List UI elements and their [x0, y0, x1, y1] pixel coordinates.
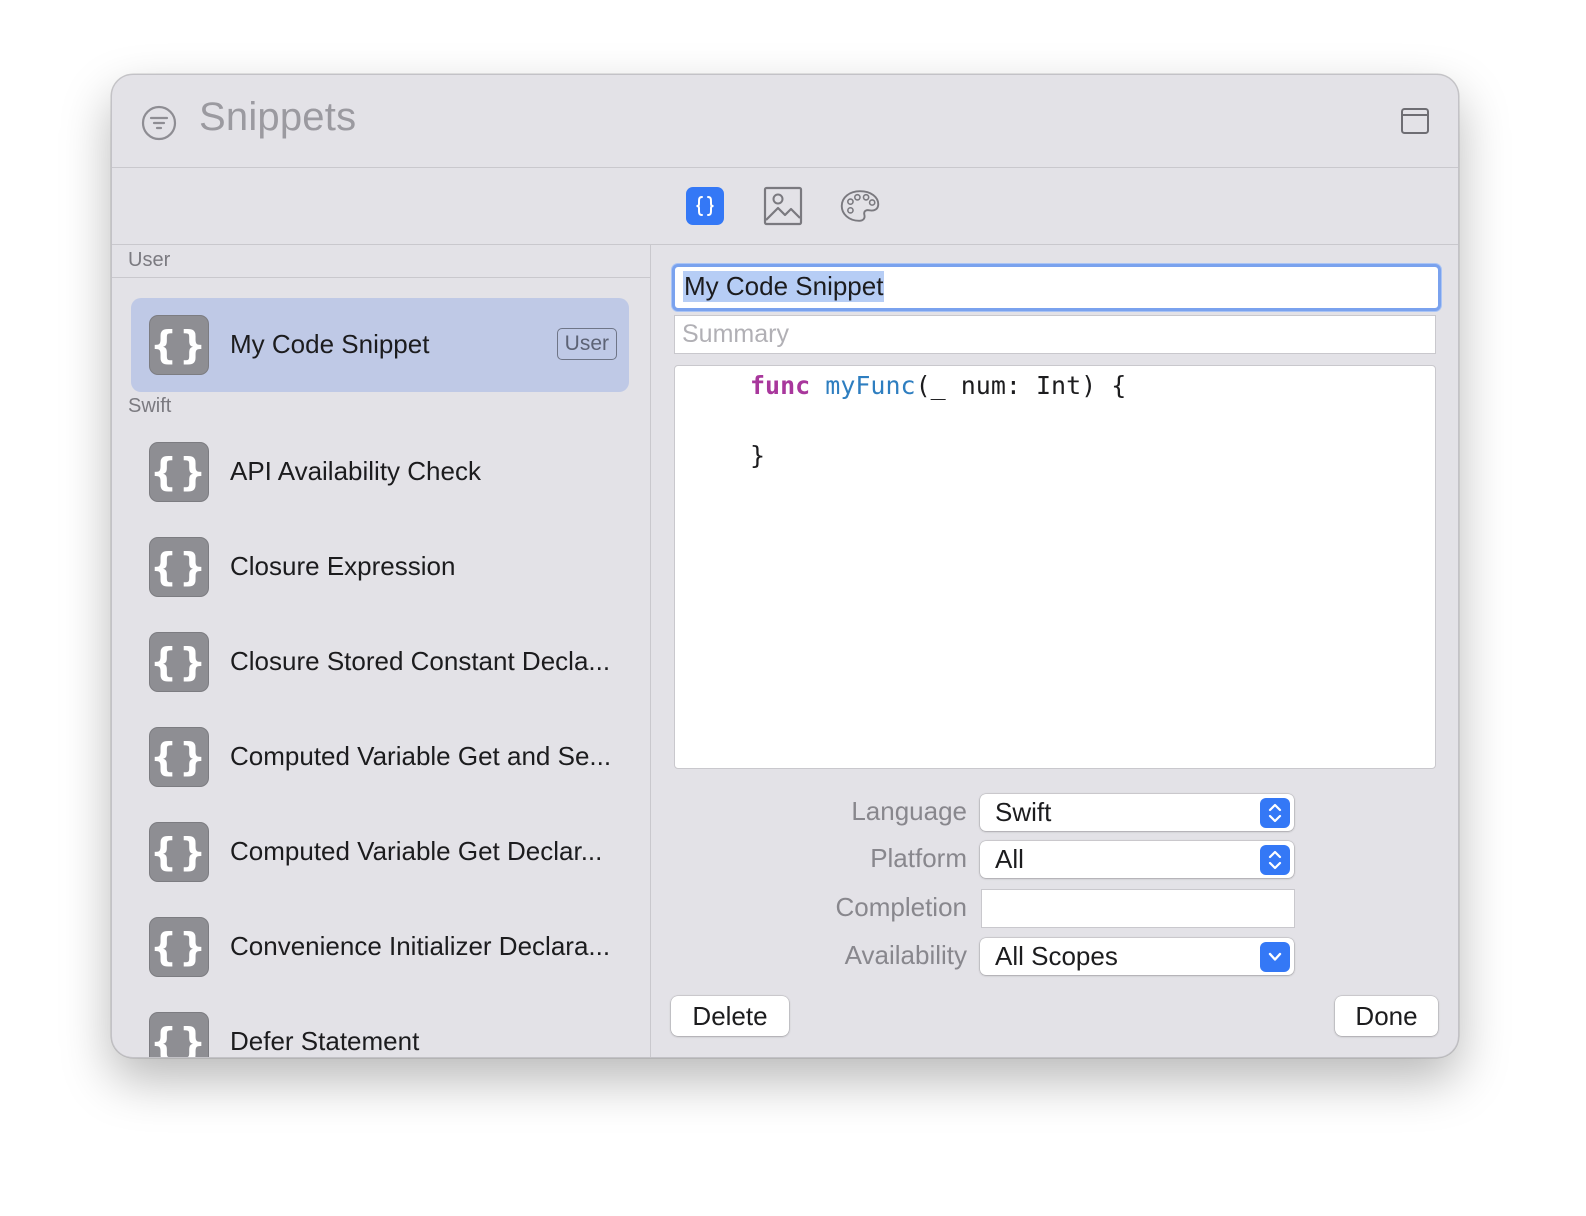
language-value: Swift	[995, 797, 1052, 827]
snippet-braces-icon: {}	[149, 1012, 209, 1057]
snippet-braces-icon: {}	[149, 632, 209, 692]
list-item[interactable]: {} Computed Variable Get and Se...	[131, 710, 629, 804]
tab-code-snippets[interactable]	[686, 187, 724, 225]
availability-value: All Scopes	[995, 941, 1118, 971]
platform-value: All	[995, 844, 1024, 874]
snippet-braces-icon: {}	[149, 917, 209, 977]
snippet-braces-icon: {}	[149, 727, 209, 787]
list-item-label: Computed Variable Get and Se...	[230, 741, 612, 771]
section-divider	[112, 277, 650, 278]
snippet-braces-icon: {}	[149, 537, 209, 597]
code-braces-icon	[696, 196, 714, 216]
delete-button[interactable]: Delete	[671, 996, 789, 1036]
platform-popup[interactable]: All	[980, 841, 1294, 878]
language-label: Language	[851, 796, 967, 826]
code-line: }	[750, 441, 766, 470]
list-item-label: Computed Variable Get Declar...	[230, 836, 603, 866]
snippets-window: Snippets User {} My Code Snippet User Sw…	[111, 74, 1459, 1058]
up-down-chevron-icon	[1260, 798, 1290, 828]
image-icon	[763, 186, 803, 226]
list-item-label: Defer Statement	[230, 1026, 420, 1056]
window-title[interactable]: Snippets	[199, 95, 356, 140]
list-item[interactable]: {} API Availability Check	[131, 425, 629, 519]
list-item-label: Closure Stored Constant Decla...	[230, 646, 611, 676]
palette-icon	[840, 190, 880, 222]
completion-label: Completion	[835, 892, 967, 922]
filter-icon[interactable]	[141, 105, 177, 141]
user-badge: User	[556, 328, 617, 360]
list-item-label: API Availability Check	[230, 456, 481, 486]
tab-colors[interactable]	[840, 186, 880, 226]
tab-media[interactable]	[763, 186, 803, 226]
availability-popup[interactable]: All Scopes	[980, 938, 1294, 975]
list-item-label: Convenience Initializer Declara...	[230, 931, 611, 961]
completion-field[interactable]	[981, 889, 1295, 928]
title-bar: Snippets	[112, 75, 1458, 168]
snippet-name-text: My Code Snippet	[683, 271, 885, 302]
code-function-name: myFunc	[825, 371, 916, 400]
list-item-label: Closure Expression	[230, 551, 456, 581]
list-item[interactable]: {} Convenience Initializer Declara...	[131, 900, 629, 994]
code-rest: (_ num: Int) {	[915, 371, 1127, 400]
summary-field[interactable]: Summary	[674, 315, 1436, 354]
code-line: func myFunc(_ num: Int) {	[750, 371, 1126, 400]
snippet-braces-icon: {}	[149, 315, 209, 375]
code-keyword: func	[750, 371, 811, 400]
platform-label: Platform	[870, 843, 967, 873]
list-item[interactable]: {} Computed Variable Get Declar...	[131, 805, 629, 899]
library-toolbar	[112, 168, 1458, 245]
section-header-swift: Swift	[128, 395, 172, 417]
done-button[interactable]: Done	[1335, 996, 1438, 1036]
availability-label: Availability	[844, 940, 967, 970]
snippet-list[interactable]: User {} My Code Snippet User Swift {} AP…	[112, 245, 651, 1057]
snippet-name-field[interactable]: My Code Snippet	[672, 264, 1441, 311]
language-popup[interactable]: Swift	[980, 794, 1294, 831]
list-item[interactable]: {} Closure Stored Constant Decla...	[131, 615, 629, 709]
section-header-user: User	[128, 249, 171, 271]
list-item[interactable]: {} Defer Statement	[131, 995, 629, 1057]
up-down-chevron-icon	[1260, 845, 1290, 875]
snippet-braces-icon: {}	[149, 442, 209, 502]
chevron-down-icon	[1260, 942, 1290, 972]
list-item[interactable]: {} Closure Expression	[131, 520, 629, 614]
window-layout-icon[interactable]	[1400, 106, 1430, 136]
summary-placeholder: Summary	[682, 320, 789, 348]
code-editor[interactable]: func myFunc(_ num: Int) { }	[674, 365, 1436, 769]
snippet-braces-icon: {}	[149, 822, 209, 882]
list-item[interactable]: {} My Code Snippet User	[131, 298, 629, 392]
